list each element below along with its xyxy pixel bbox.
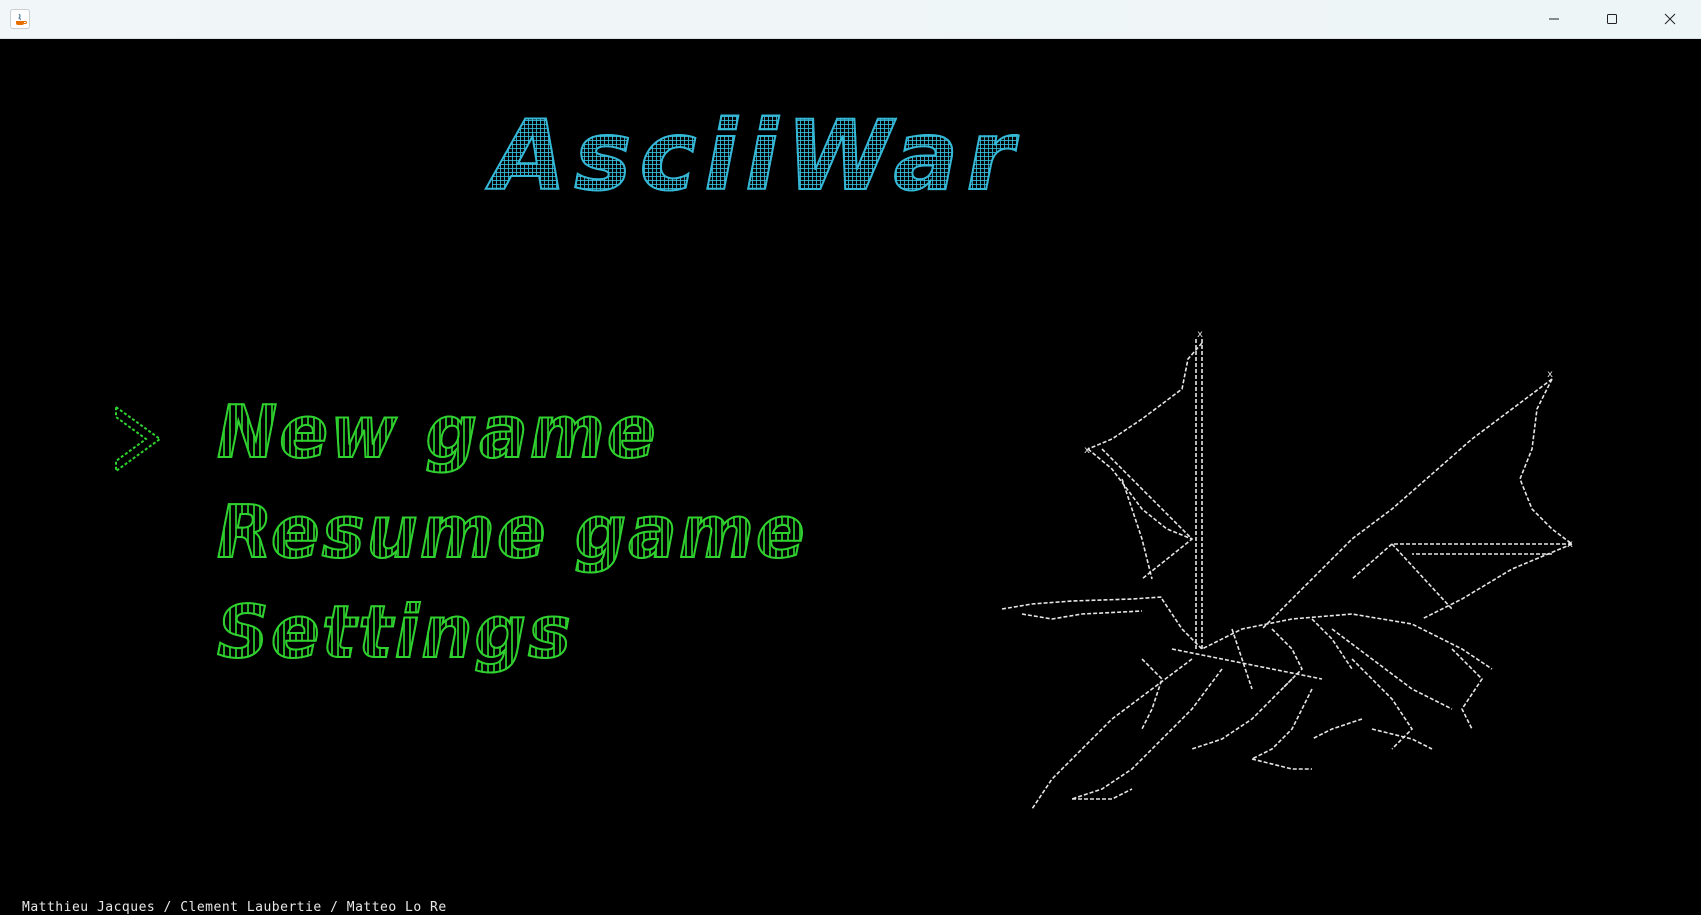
game-title: AsciiWar (491, 91, 1212, 221)
svg-text:x: x (1084, 445, 1090, 456)
maximize-icon (1607, 14, 1617, 24)
minimize-button[interactable] (1525, 0, 1583, 38)
dragon-ascii-art: x x x x (1001, 329, 1573, 810)
svg-text:x: x (1197, 329, 1203, 340)
menu-cursor-icon (115, 405, 162, 473)
svg-text:x: x (1547, 369, 1553, 380)
close-button[interactable] (1641, 0, 1699, 38)
close-icon (1664, 13, 1676, 25)
maximize-button[interactable] (1583, 0, 1641, 38)
credits-text: Matthieu Jacques / Clement Laubertie / M… (22, 900, 447, 915)
minimize-icon (1549, 18, 1559, 20)
svg-text:x: x (1567, 539, 1573, 550)
game-canvas: AsciiWar New game Resume game Settings x… (2, 39, 1699, 915)
menu-item-new-game[interactable]: New game (216, 387, 658, 477)
window-titlebar (0, 0, 1701, 39)
menu-item-resume-game[interactable]: Resume game (216, 487, 807, 577)
java-app-icon[interactable] (10, 9, 30, 29)
menu-item-settings[interactable]: Settings (216, 587, 573, 677)
